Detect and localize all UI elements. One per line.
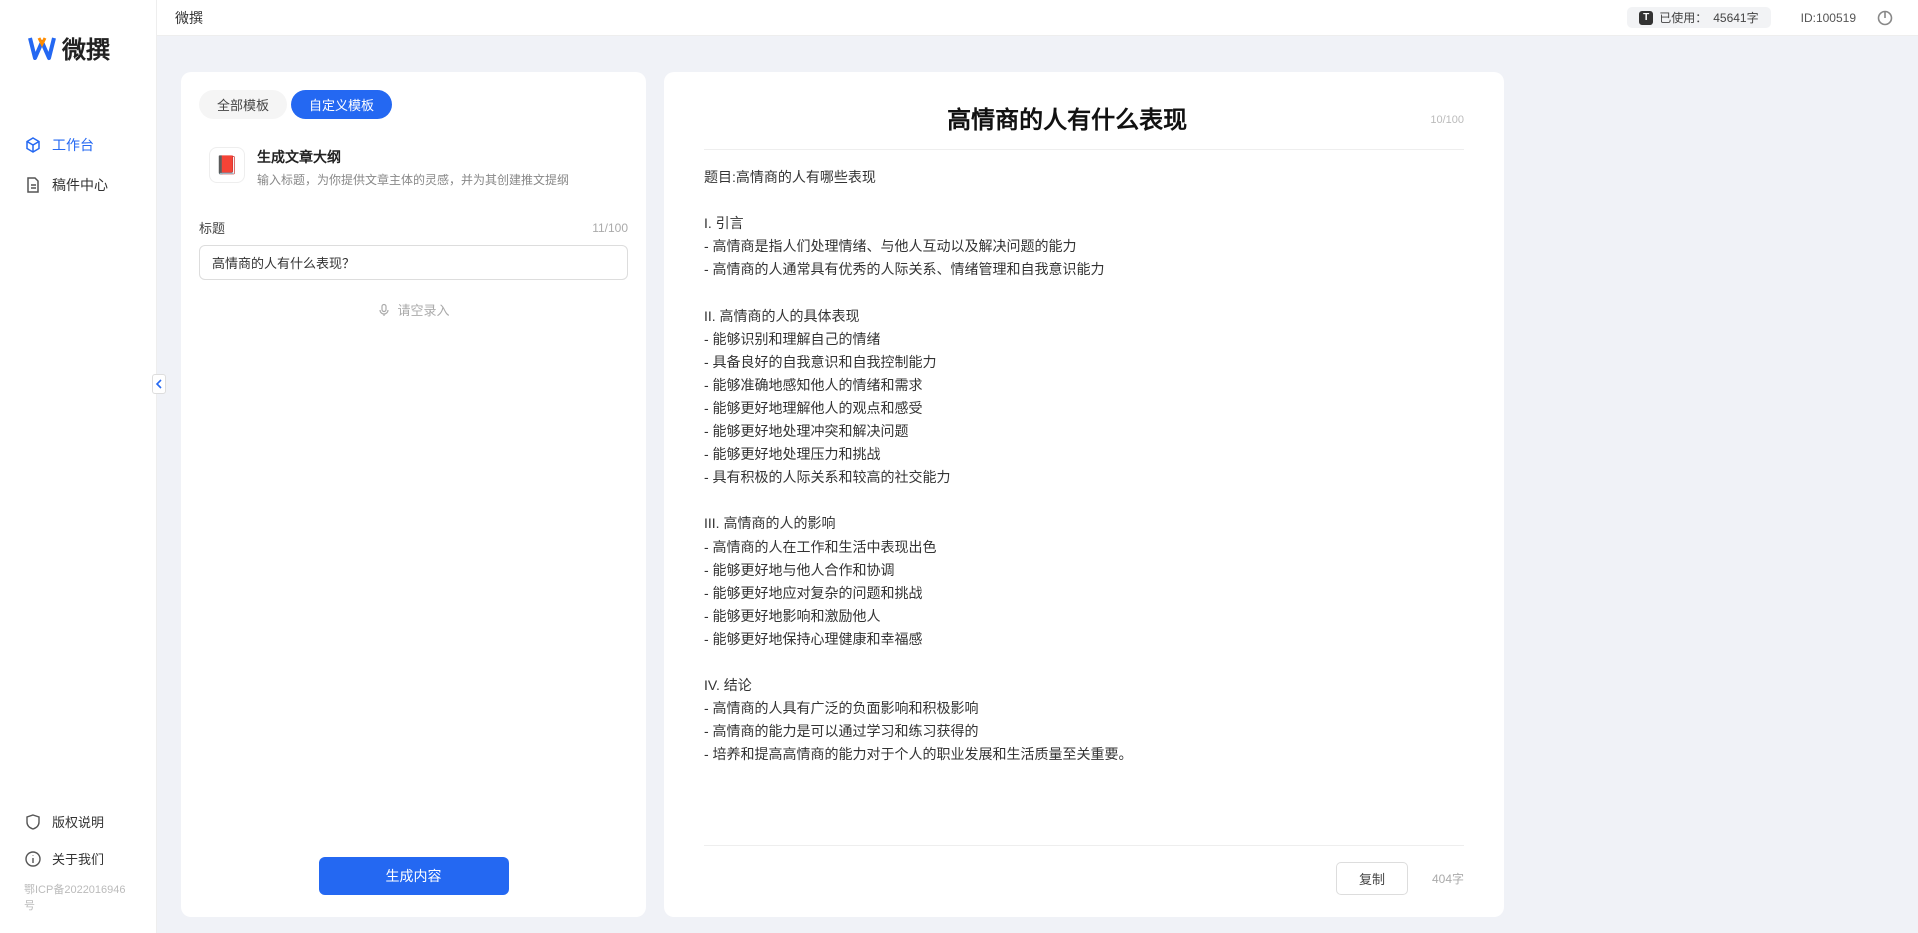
nav-label: 工作台 bbox=[52, 135, 94, 155]
cube-icon bbox=[24, 136, 42, 154]
shield-icon bbox=[24, 813, 42, 831]
info-icon bbox=[24, 850, 42, 868]
topbar-title: 微撰 bbox=[175, 8, 203, 28]
tab-custom-templates[interactable]: 自定义模板 bbox=[291, 90, 392, 119]
nav-workbench[interactable]: 工作台 bbox=[0, 125, 156, 165]
main-area: 微撰 T 已使用： 45641字 ID:100519 全部模板 自定义模板 📕 bbox=[157, 0, 1918, 933]
brand-logo: 微撰 bbox=[0, 0, 156, 85]
power-icon[interactable] bbox=[1876, 9, 1894, 27]
sidebar-nav: 工作台 稿件中心 bbox=[0, 85, 156, 803]
output-body: 题目:高情商的人有哪些表现 I. 引言 - 高情商是指人们处理情绪、与他人互动以… bbox=[664, 150, 1504, 835]
nav-copyright[interactable]: 版权说明 bbox=[0, 803, 156, 840]
input-panel: 全部模板 自定义模板 📕 生成文章大纲 输入标题，为你提供文章主体的灵感，并为其… bbox=[181, 72, 646, 917]
copy-button[interactable]: 复制 bbox=[1336, 862, 1408, 895]
title-input[interactable] bbox=[199, 245, 628, 280]
generate-button[interactable]: 生成内容 bbox=[319, 857, 509, 895]
nav-label: 稿件中心 bbox=[52, 175, 108, 195]
nav-drafts[interactable]: 稿件中心 bbox=[0, 165, 156, 205]
nav-label: 关于我们 bbox=[52, 849, 104, 868]
title-counter: 11/100 bbox=[592, 221, 628, 235]
content-row: 全部模板 自定义模板 📕 生成文章大纲 输入标题，为你提供文章主体的灵感，并为其… bbox=[157, 36, 1918, 933]
sidebar-bottom: 版权说明 关于我们 鄂ICP备2022016946号 bbox=[0, 803, 156, 933]
mic-icon bbox=[377, 303, 391, 317]
usage-badge: T 已使用： 45641字 bbox=[1627, 7, 1770, 28]
brand-name: 微撰 bbox=[62, 30, 110, 65]
template-title: 生成文章大纲 bbox=[257, 147, 569, 167]
voice-hint: 请空录入 bbox=[397, 300, 449, 319]
output-title: 高情商的人有什么表现 bbox=[704, 100, 1430, 135]
output-footer: 复制 404字 bbox=[704, 845, 1464, 895]
title-form: 标题 11/100 bbox=[181, 200, 646, 280]
nav-about[interactable]: 关于我们 bbox=[0, 840, 156, 877]
sidebar: 微撰 工作台 稿件中心 版权说明 bbox=[0, 0, 157, 933]
title-label: 标题 bbox=[199, 218, 225, 237]
sidebar-collapse-handle[interactable] bbox=[152, 374, 166, 394]
document-icon bbox=[24, 176, 42, 194]
usage-prefix: 已使用： bbox=[1659, 9, 1707, 26]
voice-input-button[interactable]: 请空录入 bbox=[181, 280, 646, 339]
template-desc: 输入标题，为你提供文章主体的灵感，并为其创建推文提纲 bbox=[257, 171, 569, 188]
template-icon: 📕 bbox=[209, 147, 245, 183]
output-word-count: 404字 bbox=[1432, 870, 1464, 887]
template-tabs: 全部模板 自定义模板 bbox=[181, 72, 646, 119]
text-icon: T bbox=[1639, 11, 1653, 25]
output-panel: 高情商的人有什么表现 10/100 题目:高情商的人有哪些表现 I. 引言 - … bbox=[664, 72, 1504, 917]
output-title-counter: 10/100 bbox=[1430, 100, 1464, 126]
usage-value: 45641字 bbox=[1713, 9, 1758, 26]
nav-label: 版权说明 bbox=[52, 812, 104, 831]
topbar: 微撰 T 已使用： 45641字 ID:100519 bbox=[157, 0, 1918, 36]
user-id: ID:100519 bbox=[1801, 11, 1856, 25]
tab-all-templates[interactable]: 全部模板 bbox=[199, 90, 287, 119]
logo-icon bbox=[28, 34, 56, 62]
icp-text: 鄂ICP备2022016946号 bbox=[0, 877, 156, 921]
template-card[interactable]: 📕 生成文章大纲 输入标题，为你提供文章主体的灵感，并为其创建推文提纲 bbox=[199, 135, 628, 200]
